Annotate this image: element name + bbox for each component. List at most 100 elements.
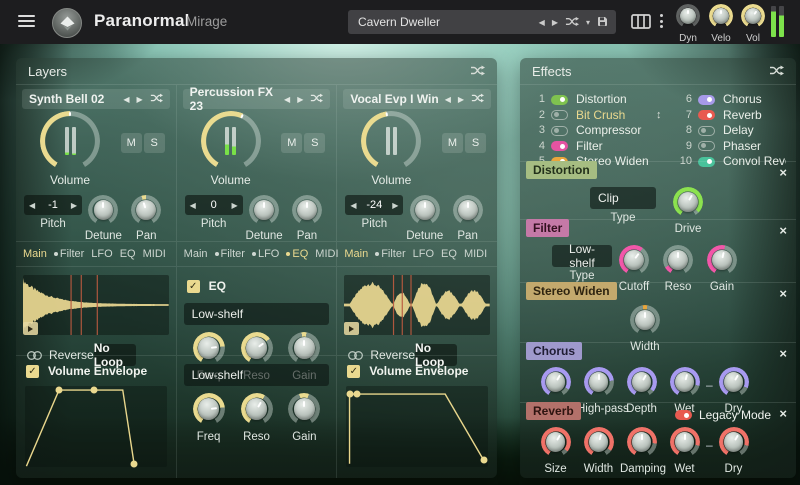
reso-knob[interactable]: [663, 245, 693, 275]
envelope-editor[interactable]: [346, 386, 488, 467]
tab-filter[interactable]: Filter: [375, 248, 405, 260]
tab-main[interactable]: Main: [23, 248, 47, 260]
pitch-decrement-icon[interactable]: ◀: [190, 201, 196, 210]
damping-knob[interactable]: [627, 427, 657, 457]
close-icon[interactable]: ×: [779, 406, 787, 421]
width-knob[interactable]: [584, 427, 614, 457]
reso-knob[interactable]: [241, 393, 273, 425]
mute-button[interactable]: M: [121, 133, 142, 153]
tab-main[interactable]: Main: [184, 248, 208, 260]
gain-knob[interactable]: [707, 245, 737, 275]
next-sample-icon[interactable]: ▶: [137, 95, 143, 104]
prev-sample-icon[interactable]: ◀: [445, 95, 451, 104]
eq-enable-checkbox[interactable]: [187, 280, 200, 293]
gain-knob[interactable]: [288, 393, 320, 425]
prev-sample-icon[interactable]: ◀: [284, 95, 290, 104]
solo-button[interactable]: S: [144, 133, 165, 153]
pitch-stepper[interactable]: ◀ -1 ▶: [24, 195, 82, 215]
next-sample-icon[interactable]: ▶: [458, 95, 464, 104]
random-sample-icon[interactable]: [310, 93, 323, 105]
wet-knob[interactable]: [670, 367, 700, 397]
tab-lfo[interactable]: LFO: [91, 248, 112, 260]
preset-dropdown-icon[interactable]: ▾: [586, 18, 590, 27]
effect-toggle-bit-crush[interactable]: [551, 110, 568, 120]
effect-slot-delay[interactable]: Delay: [723, 124, 786, 137]
keyboard-icon[interactable]: [631, 14, 651, 34]
layer-3-header[interactable]: Vocal Evp I Win ◀ ▶: [343, 89, 491, 109]
effect-toggle-reverb[interactable]: [698, 110, 715, 120]
depth-knob[interactable]: [627, 367, 657, 397]
tab-midi[interactable]: MIDI: [143, 248, 166, 260]
solo-button[interactable]: S: [304, 133, 325, 153]
layer-3-volume-knob[interactable]: [361, 111, 421, 171]
tab-main[interactable]: Main: [344, 248, 368, 260]
layer-1-header[interactable]: Synth Bell 02 ◀ ▶: [22, 89, 170, 109]
effect-slot-distortion[interactable]: Distortion: [576, 93, 664, 106]
preset-next-icon[interactable]: ▶: [552, 18, 558, 27]
size-knob[interactable]: [541, 427, 571, 457]
waveform-display[interactable]: [23, 275, 169, 335]
width-knob[interactable]: [630, 305, 660, 335]
preset-name[interactable]: Cavern Dweller: [348, 15, 539, 29]
next-sample-icon[interactable]: ▶: [297, 95, 303, 104]
mute-button[interactable]: M: [442, 133, 463, 153]
layer-1-volume-knob[interactable]: [40, 111, 100, 171]
tab-lfo[interactable]: LFO: [252, 248, 279, 260]
waveform-display[interactable]: [344, 275, 490, 335]
menu-icon[interactable]: [18, 15, 35, 30]
pan-knob[interactable]: [292, 195, 322, 225]
layer-2-header[interactable]: Percussion FX 23 ◀ ▶: [183, 89, 331, 109]
tab-midi[interactable]: MIDI: [315, 248, 338, 260]
filter-badge[interactable]: Filter: [526, 219, 569, 237]
preset-selector[interactable]: Cavern Dweller ◀ ▶ ▾: [348, 10, 616, 34]
preset-prev-icon[interactable]: ◀: [539, 18, 545, 27]
drag-reorder-icon[interactable]: ↕: [656, 109, 662, 122]
dyn-knob[interactable]: [676, 4, 700, 28]
drive-knob[interactable]: [673, 187, 703, 217]
play-sample-button[interactable]: [23, 322, 38, 335]
close-icon[interactable]: ×: [779, 286, 787, 301]
tab-filter[interactable]: Filter: [215, 248, 245, 260]
mute-button[interactable]: M: [281, 133, 302, 153]
filter-type-dropdown[interactable]: Low-shelf: [552, 245, 612, 267]
effect-toggle-delay[interactable]: [698, 126, 715, 136]
detune-knob[interactable]: [249, 195, 279, 225]
effect-slot-bit-crush[interactable]: Bit Crush: [576, 109, 664, 122]
volume-envelope-checkbox[interactable]: [26, 365, 39, 378]
cutoff-knob[interactable]: [619, 245, 649, 275]
close-icon[interactable]: ×: [779, 346, 787, 361]
pitch-increment-icon[interactable]: ▶: [71, 201, 77, 210]
freq-knob[interactable]: [193, 393, 225, 425]
tab-eq[interactable]: EQ: [441, 248, 457, 260]
effect-toggle-chorus[interactable]: [698, 95, 715, 105]
close-icon[interactable]: ×: [779, 223, 787, 238]
layer-2-volume-knob[interactable]: [201, 111, 261, 171]
rate-knob[interactable]: [541, 367, 571, 397]
envelope-editor[interactable]: [25, 386, 167, 467]
effect-slot-reverb[interactable]: Reverb: [723, 109, 786, 122]
more-options-icon[interactable]: [660, 14, 663, 28]
chorus-badge[interactable]: Chorus: [526, 342, 582, 360]
high-pass-knob[interactable]: [584, 367, 614, 397]
effect-toggle-filter[interactable]: [551, 141, 568, 151]
distortion-badge[interactable]: Distortion: [526, 161, 597, 179]
play-sample-button[interactable]: [344, 322, 359, 335]
solo-button[interactable]: S: [465, 133, 486, 153]
tab-eq[interactable]: EQ: [120, 248, 136, 260]
tab-eq[interactable]: EQ: [286, 248, 308, 260]
reverb-badge[interactable]: Reverb: [526, 402, 581, 420]
dry-knob[interactable]: [719, 367, 749, 397]
tab-midi[interactable]: MIDI: [464, 248, 487, 260]
pitch-stepper[interactable]: ◀ -24 ▶: [345, 195, 403, 215]
volume-envelope-checkbox[interactable]: [347, 365, 360, 378]
close-icon[interactable]: ×: [779, 165, 787, 180]
distortion-type-dropdown[interactable]: Clip: [590, 187, 656, 209]
tab-filter[interactable]: Filter: [54, 248, 84, 260]
eq-band-1-type-dropdown[interactable]: Low-shelf: [184, 303, 330, 325]
velo-knob[interactable]: [709, 4, 733, 28]
prev-sample-icon[interactable]: ◀: [123, 95, 129, 104]
effect-slot-chorus[interactable]: Chorus: [723, 93, 786, 106]
pitch-increment-icon[interactable]: ▶: [232, 201, 238, 210]
pitch-increment-icon[interactable]: ▶: [392, 201, 398, 210]
effect-toggle-compressor[interactable]: [551, 126, 568, 136]
